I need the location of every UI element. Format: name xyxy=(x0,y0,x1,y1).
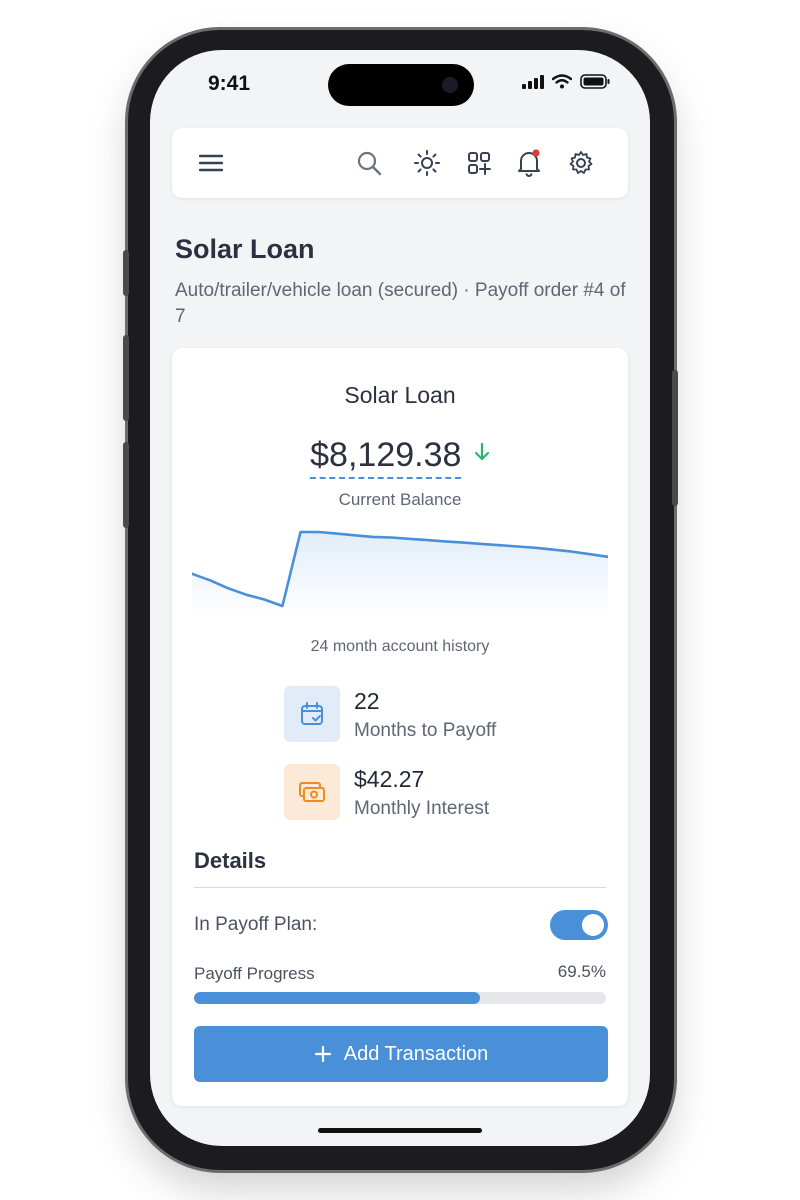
arrow-down-icon xyxy=(474,442,490,467)
page-title: Solar Loan xyxy=(175,234,315,264)
stat-months-to-payoff: 22 Months to Payoff xyxy=(284,686,584,744)
payoff-progress-label: Payoff Progress xyxy=(194,964,315,983)
plus-icon xyxy=(314,1045,331,1063)
status-time: 9:41 xyxy=(208,72,251,95)
stat-value: 22 xyxy=(354,688,380,714)
signal-icon xyxy=(522,74,544,89)
payoff-plan-label: In Payoff Plan: xyxy=(194,914,318,935)
menu-icon[interactable] xyxy=(198,150,224,176)
details-divider xyxy=(194,887,606,888)
wifi-icon xyxy=(552,74,572,89)
page-subtitle: Auto/trailer/vehicle loan (secured) · Pa… xyxy=(175,280,626,327)
payoff-progress-bar xyxy=(194,992,606,1004)
notification-dot xyxy=(532,149,540,157)
stat-label: Months to Payoff xyxy=(354,720,497,741)
search-icon[interactable] xyxy=(356,150,382,176)
loan-card: Solar Loan $8,129.38 Current Balance 24 … xyxy=(172,348,628,1106)
dynamic-island xyxy=(328,64,474,106)
power-button xyxy=(672,370,678,506)
balance-row: $8,129.38 xyxy=(172,436,628,479)
history-chart xyxy=(192,530,608,618)
sun-icon[interactable] xyxy=(414,150,440,176)
status-icons xyxy=(522,74,610,89)
card-title: Solar Loan xyxy=(344,382,456,408)
chart-area xyxy=(192,532,608,618)
calendar-check-icon xyxy=(284,686,340,742)
top-bar xyxy=(172,128,628,198)
current-balance[interactable]: $8,129.38 xyxy=(310,436,462,479)
add-transaction-button[interactable]: Add Transaction xyxy=(194,1026,608,1082)
details-title: Details xyxy=(194,848,267,873)
grid-add-icon[interactable] xyxy=(466,150,492,176)
home-indicator xyxy=(318,1128,482,1133)
add-transaction-label: Add Transaction xyxy=(343,1042,489,1065)
payoff-progress-fill xyxy=(194,992,481,1004)
bell-icon[interactable] xyxy=(516,149,542,177)
payoff-progress-percent: 69.5% xyxy=(557,962,606,981)
stat-value: $42.27 xyxy=(354,766,425,792)
stat-label: Monthly Interest xyxy=(354,798,490,819)
stat-monthly-interest: $42.27 Monthly Interest xyxy=(284,764,584,822)
payoff-plan-toggle[interactable] xyxy=(550,910,608,940)
battery-icon xyxy=(580,74,610,89)
silent-switch xyxy=(123,250,129,296)
screen: 9:41 Solar Loan Auto/trailer/vehicle loa… xyxy=(150,50,650,1146)
balance-label: Current Balance xyxy=(338,490,462,509)
chart-caption: 24 month account history xyxy=(310,638,490,655)
money-icon xyxy=(284,764,340,820)
gear-icon[interactable] xyxy=(568,150,594,176)
volume-up-button xyxy=(123,335,129,421)
volume-down-button xyxy=(123,442,129,528)
